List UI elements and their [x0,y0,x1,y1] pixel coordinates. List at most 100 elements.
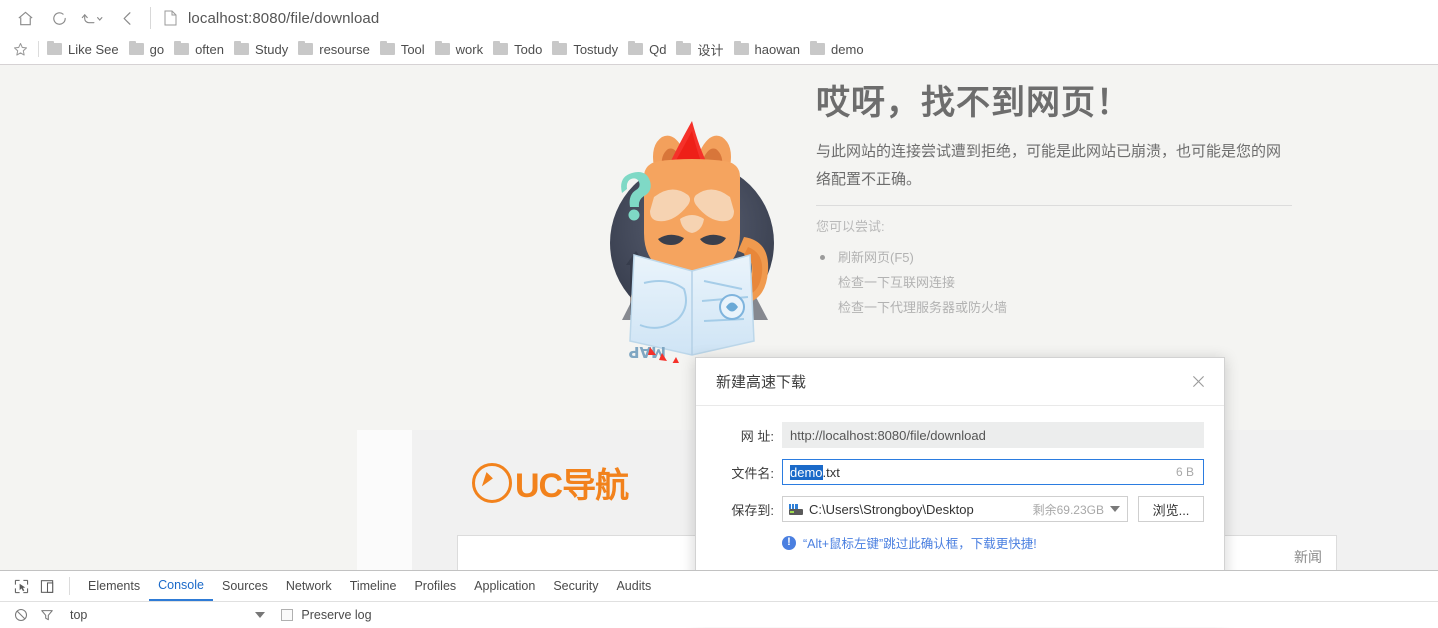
tab-console[interactable]: Console [149,572,213,601]
close-icon[interactable] [1188,372,1208,392]
history-back-dropdown-icon[interactable] [76,1,110,35]
saveto-row: 保存到: C:\Users\Strongboy\Desktop 剩余69.23G… [716,496,1204,522]
address-bar[interactable]: localhost:8080/file/download [161,1,1438,35]
bookmark-label: go [150,42,164,57]
back-arrow-icon[interactable] [110,1,144,35]
tab-elements[interactable]: Elements [79,572,149,601]
bookmark-item[interactable]: demo [810,42,864,57]
uc-compass-icon [472,463,512,503]
bookmark-item[interactable]: often [174,42,224,57]
error-text-block: 哎呀，找不到网页！ 与此网站的连接尝试遭到拒绝，可能是此网站已崩溃，也可能是您的… [816,83,1292,320]
folder-icon [734,43,749,55]
error-suggestion-item[interactable]: 检查一下互联网连接 [816,270,1292,295]
bookmark-label: Tostudy [573,42,618,57]
tab-application[interactable]: Application [465,572,544,601]
error-subtitle: 您可以尝试: [816,216,1292,235]
file-size-label: 6 B [1176,465,1196,479]
tab-network[interactable]: Network [277,572,341,601]
folder-icon [493,43,508,55]
tab-sources[interactable]: Sources [213,572,277,601]
bookmark-item[interactable]: resourse [298,42,370,57]
folder-icon [47,43,62,55]
folder-icon [676,43,691,55]
bookmark-label: Qd [649,42,666,57]
uc-news-label[interactable]: 新闻 [1294,547,1322,567]
folder-icon [552,43,567,55]
bookmark-item[interactable]: Tostudy [552,42,618,57]
tab-timeline[interactable]: Timeline [341,572,406,601]
tab-security[interactable]: Security [544,572,607,601]
bookmarks-divider [38,41,39,57]
error-divider [816,205,1292,206]
bookmark-label: Like See [68,42,119,57]
save-path-select[interactable]: C:\Users\Strongboy\Desktop 剩余69.23GB [782,496,1128,522]
bookmark-item[interactable]: Qd [628,42,666,57]
info-exclamation-icon: ! [782,536,796,550]
browse-button[interactable]: 浏览... [1138,496,1204,522]
url-label: 网 址: [716,426,782,445]
bookmark-item[interactable]: Tool [380,42,425,57]
free-space-label: 剩余69.23GB [1033,501,1104,518]
inspect-element-icon[interactable] [8,573,34,599]
browser-toolbar: localhost:8080/file/download [0,0,1438,36]
filename-label: 文件名: [716,463,782,482]
folder-icon [298,43,313,55]
error-suggestion-item[interactable]: 检查一下代理服务器或防火墙 [816,295,1292,320]
filename-input[interactable]: demo.txt 6 B [782,459,1204,485]
uc-logo-text: UC导航 [515,458,628,507]
browser-chrome: localhost:8080/file/download Like See go… [0,0,1438,65]
reload-icon[interactable] [42,1,76,35]
hard-drive-icon [789,504,803,515]
bookmark-label: Study [255,42,288,57]
bookmark-item[interactable]: 设计 [676,40,723,59]
bookmark-star-icon[interactable] [8,38,32,60]
filename-text: demo.txt [790,465,840,480]
folder-icon [234,43,249,55]
folder-icon [435,43,450,55]
bookmark-item[interactable]: work [435,42,483,57]
saveto-label: 保存到: [716,500,782,519]
error-suggestion-item[interactable]: 刷新网页(F5) [816,245,1292,270]
devtools-divider [69,577,70,595]
error-page: MAP 哎呀，找不到网页！ 与此网站的连接尝试遭到拒绝，可能是此网站已崩溃，也可… [0,65,1438,375]
folder-icon [174,43,189,55]
preserve-log-checkbox[interactable] [281,609,293,621]
bookmark-label: 设计 [697,40,723,59]
error-title: 哎呀，找不到网页！ [816,83,1292,124]
console-toolbar: top Preserve log [0,602,1438,627]
bookmark-label: demo [831,42,864,57]
shortcut-tip: ! “Alt+鼠标左键”跳过此确认框，下载更快捷! [782,533,1204,552]
bookmark-label: Tool [401,42,425,57]
filename-extension: .txt [823,465,840,480]
device-toolbar-icon[interactable] [34,573,60,599]
address-bar-url: localhost:8080/file/download [188,10,379,27]
preserve-log-label: Preserve log [301,608,371,622]
bookmark-item[interactable]: haowan [734,42,801,57]
page-document-icon [161,9,179,27]
error-suggestion-list: 刷新网页(F5) 检查一下互联网连接 检查一下代理服务器或防火墙 [816,245,1292,320]
chevron-down-icon[interactable] [1110,506,1120,512]
filter-funnel-icon[interactable] [34,602,60,628]
tab-audits[interactable]: Audits [607,572,660,601]
dialog-body: 网 址: http://localhost:8080/file/download… [696,406,1224,552]
uc-logo[interactable]: UC导航 [472,458,628,507]
console-context-select[interactable]: top [70,608,87,622]
bookmark-item[interactable]: Study [234,42,288,57]
filename-row: 文件名: demo.txt 6 B [716,459,1204,485]
save-path-text: C:\Users\Strongboy\Desktop [809,502,1033,517]
bookmark-item[interactable]: Like See [47,42,119,57]
folder-icon [129,43,144,55]
bookmark-item[interactable]: go [129,42,164,57]
tab-profiles[interactable]: Profiles [405,572,465,601]
bookmarks-bar: Like See go often Study resourse Tool wo… [0,36,1438,65]
bookmark-label: Todo [514,42,542,57]
devtools-panel: Elements Console Sources Network Timelin… [0,570,1438,627]
dialog-header: 新建高速下载 [696,358,1224,406]
home-icon[interactable] [8,1,42,35]
url-row: 网 址: http://localhost:8080/file/download [716,422,1204,448]
toolbar-divider [150,7,151,29]
clear-console-icon[interactable] [8,602,34,628]
bookmark-label: work [456,42,483,57]
bookmark-item[interactable]: Todo [493,42,542,57]
chevron-down-icon[interactable] [255,612,265,618]
